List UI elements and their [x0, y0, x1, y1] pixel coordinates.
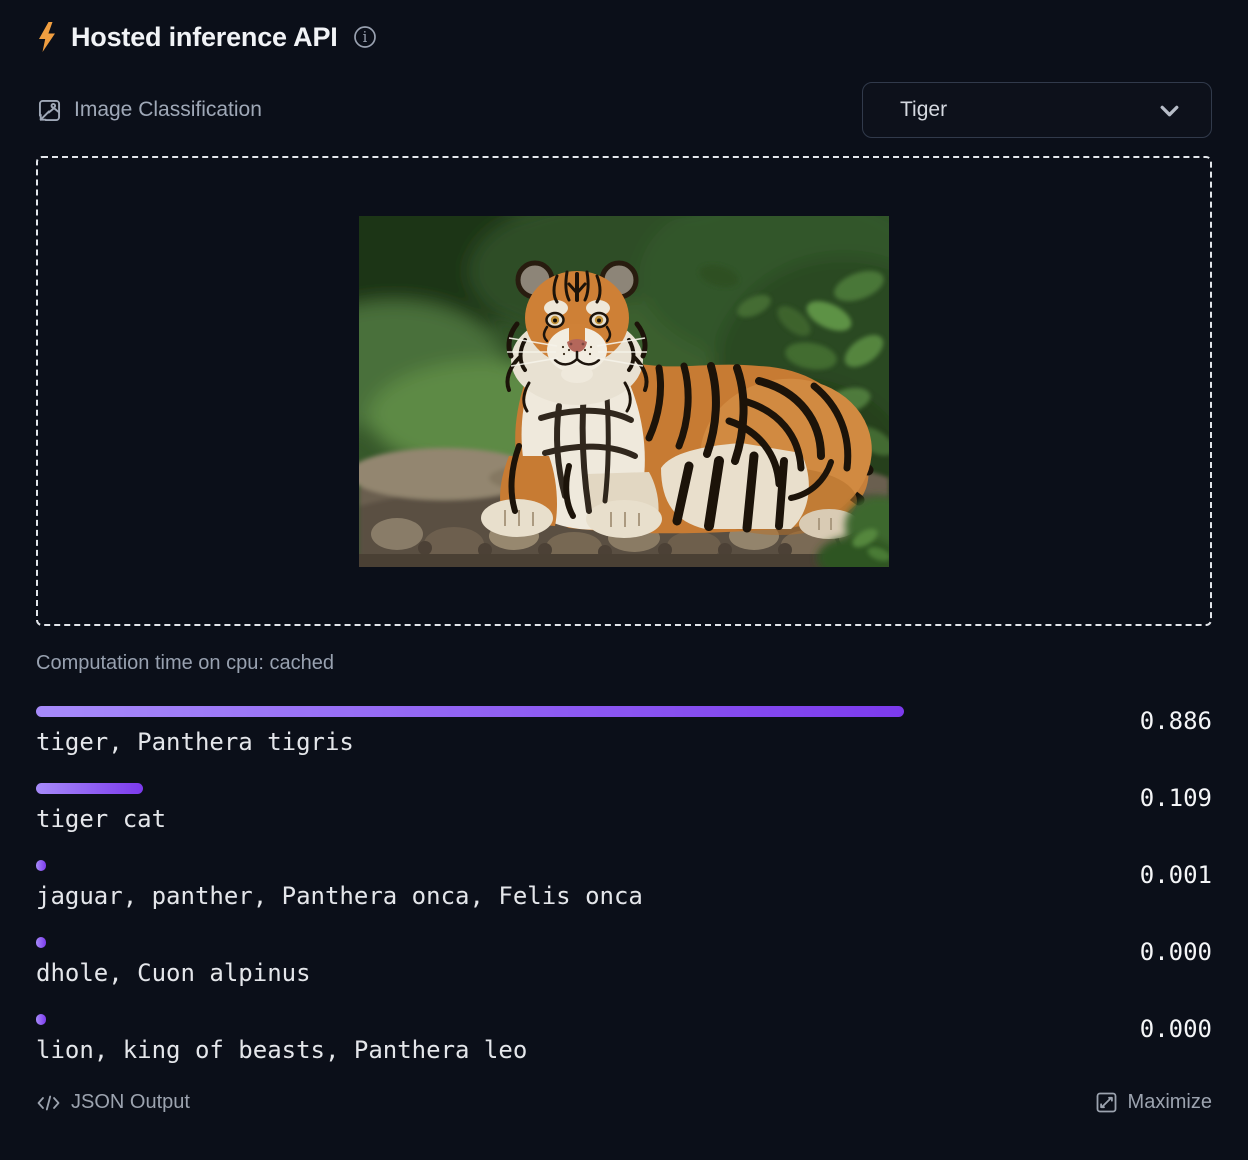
result-score: 0.001: [1052, 862, 1212, 888]
computation-time: Computation time on cpu: cached: [36, 652, 1212, 674]
hosted-inference-widget: Hosted inference API i Image Classificat…: [0, 0, 1248, 1114]
widget-header: Hosted inference API i: [36, 0, 1212, 54]
result-score: 0.000: [1052, 1016, 1212, 1042]
result-score: 0.109: [1052, 785, 1212, 811]
classification-results: tiger, Panthera tigris 0.886 tiger cat 0…: [36, 706, 1212, 1063]
score-bar: [36, 706, 904, 717]
code-icon: [36, 1093, 61, 1113]
maximize-icon: [1095, 1091, 1118, 1114]
result-score: 0.000: [1052, 939, 1212, 965]
result-score: 0.886: [1052, 708, 1212, 734]
result-row: jaguar, panther, Panthera onca, Felis on…: [36, 860, 1212, 909]
score-bar: [36, 1014, 46, 1025]
example-select[interactable]: Tiger: [862, 82, 1212, 138]
page-title: Hosted inference API: [71, 22, 338, 53]
json-output-button[interactable]: JSON Output: [36, 1091, 190, 1114]
task-row: Image Classification Tiger: [36, 82, 1212, 138]
score-bar: [36, 783, 143, 794]
task-label: Image Classification: [74, 98, 262, 122]
example-select-value: Tiger: [900, 98, 947, 122]
info-icon[interactable]: i: [353, 25, 377, 49]
task-pill: Image Classification: [36, 97, 262, 124]
result-label: tiger, Panthera tigris: [36, 729, 1016, 755]
result-label: dhole, Cuon alpinus: [36, 960, 1016, 986]
maximize-button[interactable]: Maximize: [1095, 1091, 1212, 1114]
chevron-down-icon: [1156, 97, 1183, 124]
result-row: dhole, Cuon alpinus 0.000: [36, 937, 1212, 986]
result-row: lion, king of beasts, Panthera leo 0.000: [36, 1014, 1212, 1063]
maximize-label: Maximize: [1128, 1091, 1212, 1114]
svg-text:i: i: [362, 30, 367, 46]
result-row: tiger, Panthera tigris 0.886: [36, 706, 1212, 755]
score-bar: [36, 860, 46, 871]
result-row: tiger cat 0.109: [36, 783, 1212, 832]
result-label: lion, king of beasts, Panthera leo: [36, 1037, 1016, 1063]
image-dropzone[interactable]: [36, 156, 1212, 626]
lightning-icon: [36, 21, 58, 53]
tiger-image: [359, 216, 889, 567]
image-classification-icon: [36, 97, 63, 124]
json-output-label: JSON Output: [71, 1091, 190, 1114]
widget-footer: JSON Output Maximize: [36, 1091, 1212, 1114]
score-bar: [36, 937, 46, 948]
result-label: tiger cat: [36, 806, 1016, 832]
result-label: jaguar, panther, Panthera onca, Felis on…: [36, 883, 1016, 909]
